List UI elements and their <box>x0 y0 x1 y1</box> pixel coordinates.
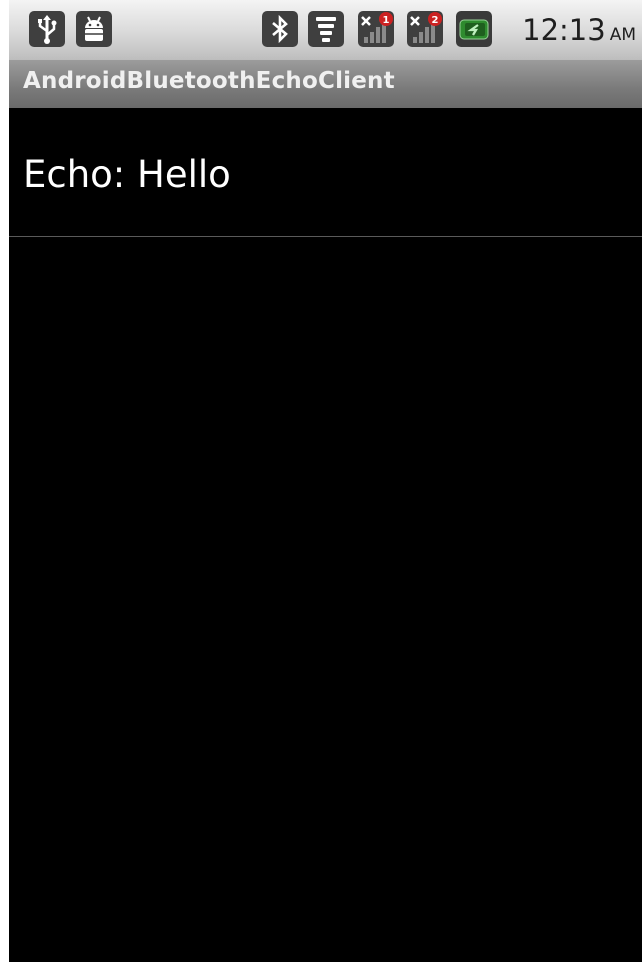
usb-icon <box>29 11 65 47</box>
app-title: AndroidBluetoothEchoClient <box>23 68 395 94</box>
clock-time: 12:13 <box>522 13 606 47</box>
list-item[interactable]: Echo: Hello <box>9 108 642 236</box>
bluetooth-icon <box>262 11 298 47</box>
message-list: Echo: Hello <box>9 108 642 962</box>
signal-1-badge: 1 <box>383 15 390 26</box>
list-divider <box>9 236 642 237</box>
clock: 12:13 AM <box>522 13 636 47</box>
signal-1-icon: 1 <box>358 11 394 47</box>
battery-charging-icon <box>456 11 492 47</box>
status-bar: 1 2 12:13 AM <box>9 0 642 60</box>
clock-ampm: AM <box>609 25 636 45</box>
wifi-icon <box>308 11 344 47</box>
title-bar: AndroidBluetoothEchoClient <box>9 60 642 108</box>
signal-2-icon: 2 <box>407 11 443 47</box>
echo-message: Echo: Hello <box>23 153 231 196</box>
android-debug-icon <box>76 11 112 47</box>
device-screen: 1 2 12:13 AM AndroidBluetoothEchoClient … <box>9 0 642 962</box>
signal-2-badge: 2 <box>432 15 439 26</box>
